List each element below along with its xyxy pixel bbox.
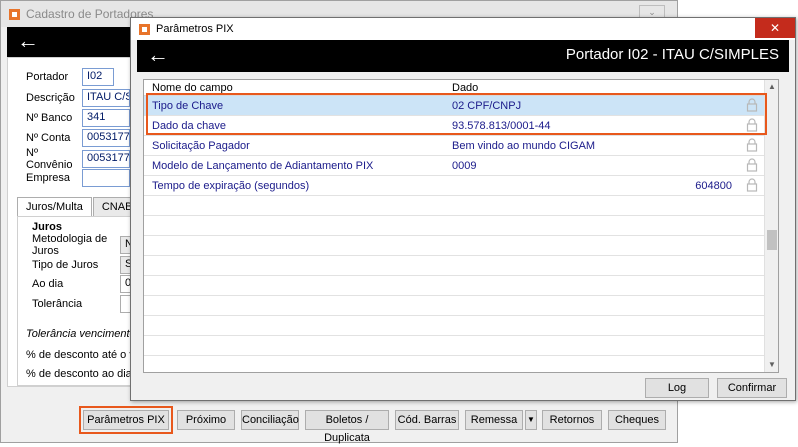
lock-icon (746, 178, 758, 192)
row-field-name: Tempo de expiração (segundos) (152, 180, 310, 192)
row-field-name: Modelo de Lançamento de Adiantamento PIX (152, 160, 374, 172)
field-label: Nº Conta (26, 132, 71, 144)
juros-row-tolerancia: Tolerância (32, 295, 142, 313)
portador-input[interactable]: I02 (82, 68, 114, 86)
field-portador: Portador I02 (26, 68, 114, 86)
back-arrow-icon[interactable]: ← (147, 44, 169, 66)
app-icon (139, 23, 150, 35)
juros-label: Ao dia (32, 278, 64, 290)
empty-row (144, 276, 766, 296)
field-banco: Nº Banco 341 (26, 109, 130, 127)
field-descricao: Descrição ITAU C/SIMP (26, 89, 130, 107)
scroll-thumb[interactable] (767, 230, 777, 250)
app-icon (9, 8, 20, 20)
row-value[interactable]: 604800 (695, 180, 732, 192)
conciliacao-button[interactable]: Conciliação (241, 410, 299, 430)
desconto-ao-dia-label: % de desconto ao dia até o v (26, 368, 132, 380)
row-value[interactable]: Bem vindo ao mundo CIGAM (452, 140, 595, 152)
remessa-button[interactable]: Remessa (465, 410, 523, 430)
juros-label: Tolerância (32, 298, 83, 310)
tolerancia-vencimento-label: Tolerância vencimento (26, 328, 136, 340)
field-label: Nº Banco (26, 112, 73, 124)
empty-row (144, 236, 766, 256)
lock-icon (746, 138, 758, 152)
header-title: Portador I02 - ITAU C/SIMPLES (565, 46, 779, 63)
table-row[interactable]: Modelo de Lançamento de Adiantamento PIX… (144, 156, 766, 176)
convenio-input[interactable]: 00531778 (82, 150, 130, 168)
scroll-up-icon[interactable]: ▲ (765, 80, 778, 94)
empty-row (144, 356, 766, 372)
scroll-down-icon[interactable]: ▼ (765, 358, 778, 372)
highlight-key-rows (146, 93, 767, 135)
juros-row-metodologia: Metodologia de Juros Nã (32, 233, 142, 257)
proximo-button[interactable]: Próximo (177, 410, 235, 430)
dialog-header-bar: ← Portador I02 - ITAU C/SIMPLES (137, 40, 789, 72)
empty-row (144, 216, 766, 236)
field-label: Descrição (26, 92, 75, 104)
empty-row (144, 196, 766, 216)
juros-group-title: Juros (32, 221, 62, 233)
empty-row (144, 316, 766, 336)
field-label: Empresa (26, 172, 71, 184)
banco-input[interactable]: 341 (82, 109, 130, 127)
field-convenio: Nº Convênio 00531778 (26, 147, 130, 171)
empresa-input[interactable] (82, 169, 130, 187)
empty-row (144, 256, 766, 276)
juros-label: Metodologia de Juros (32, 233, 108, 257)
row-value[interactable]: 0009 (452, 160, 476, 172)
descricao-input[interactable]: ITAU C/SIMP (82, 89, 130, 107)
lock-icon (746, 158, 758, 172)
row-field-name: Solicitação Pagador (152, 140, 250, 152)
juros-label: Tipo de Juros (32, 259, 99, 271)
dialog-titlebar: Parâmetros PIX ✕ (131, 18, 795, 40)
tab-juros-multa[interactable]: Juros/Multa (17, 197, 92, 218)
log-button[interactable]: Log (645, 378, 709, 398)
field-label: Portador (26, 71, 69, 83)
field-label: Nº Convênio (26, 147, 73, 171)
remessa-dropdown-icon[interactable]: ▼ (525, 410, 537, 430)
empty-row (144, 336, 766, 356)
juros-row-tipo: Tipo de Juros Sim (32, 256, 142, 274)
empty-row (144, 296, 766, 316)
highlight-parametros-pix (79, 406, 173, 434)
confirmar-button[interactable]: Confirmar (717, 378, 787, 398)
retornos-button[interactable]: Retornos (542, 410, 602, 430)
boletos-duplicata-button[interactable]: Boletos / Duplicata (305, 410, 389, 444)
parametros-pix-dialog: Parâmetros PIX ✕ ← Portador I02 - ITAU C… (130, 17, 796, 401)
juros-row-ao-dia: Ao dia 0 (32, 275, 142, 293)
desconto-vencimento-label: % de desconto até o vencime (26, 349, 132, 361)
conta-input[interactable]: 00531778 (82, 129, 130, 147)
cheques-button[interactable]: Cheques (608, 410, 666, 430)
close-icon[interactable]: ✕ (755, 18, 795, 38)
cod-barras-button[interactable]: Cód. Barras (395, 410, 459, 430)
bg-tabs: Juros/Multa CNAB (17, 197, 142, 218)
dialog-title: Parâmetros PIX (156, 23, 234, 35)
field-conta: Nº Conta 00531778 (26, 129, 130, 147)
field-empresa: Empresa (26, 169, 130, 187)
table-row[interactable]: Tempo de expiração (segundos) 604800 (144, 176, 766, 196)
back-arrow-icon[interactable]: ← (17, 30, 39, 52)
table-row[interactable]: Solicitação Pagador Bem vindo ao mundo C… (144, 136, 766, 156)
